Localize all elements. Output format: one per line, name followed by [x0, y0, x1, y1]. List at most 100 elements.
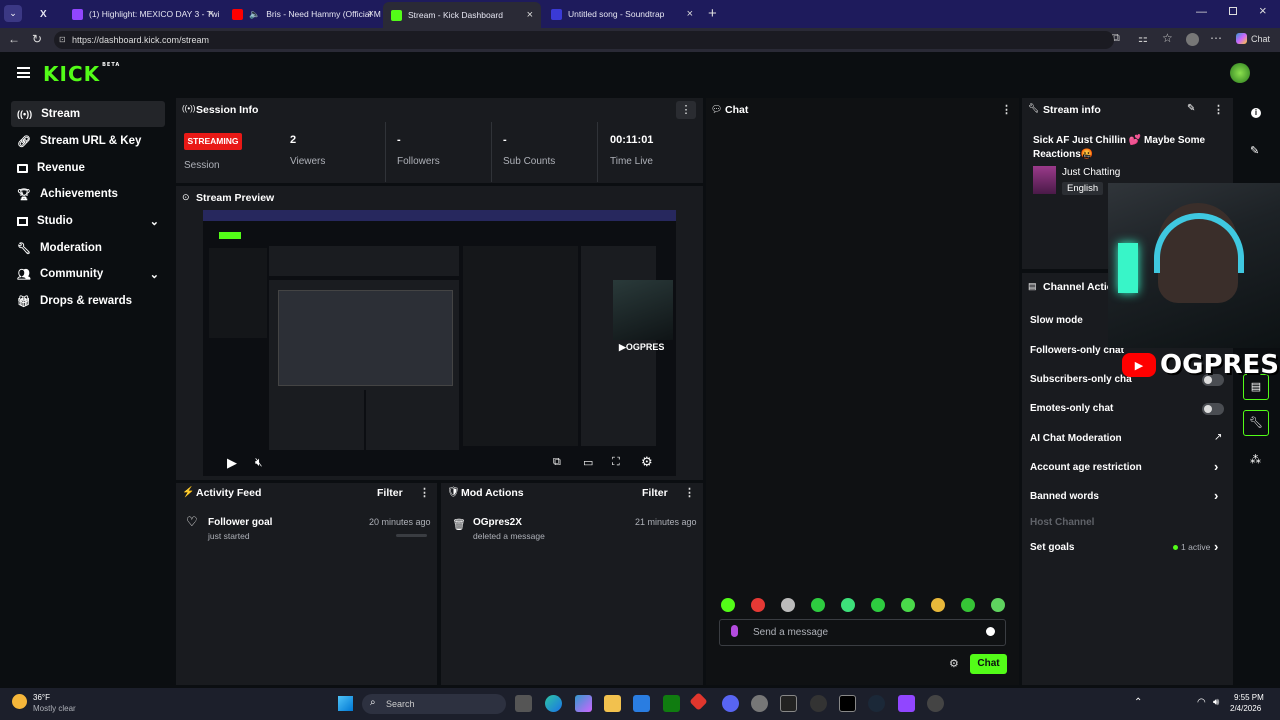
split-screen-icon[interactable]: ⚏ — [1138, 32, 1148, 45]
emote-icon[interactable] — [901, 598, 915, 612]
sidebar-item-stream-url-key[interactable]: 🔗︎ Stream URL & Key — [11, 128, 165, 154]
user-avatar[interactable] — [1230, 63, 1250, 83]
subscribers-only-row[interactable]: Subscribers-only cha — [1030, 374, 1132, 385]
favorites-icon[interactable]: ☆ — [1162, 31, 1173, 45]
mute-icon[interactable]: 🔇︎ — [255, 455, 263, 470]
emote-icon[interactable] — [991, 598, 1005, 612]
x-app-icon[interactable] — [839, 695, 856, 712]
session-menu-button[interactable]: ⋮ — [676, 101, 696, 119]
browser-tab-twitch[interactable]: (1) Highlight: MEXICO DAY 3 - Twi × — [64, 2, 222, 26]
emote-icon[interactable] — [811, 598, 825, 612]
banned-words-row[interactable]: Banned words — [1030, 491, 1099, 502]
settings-gear-icon[interactable]: ⚙ — [641, 454, 653, 470]
browser-tab-x[interactable]: X — [32, 2, 62, 26]
account-age-row[interactable]: Account age restriction — [1030, 462, 1142, 473]
twitch-app-icon[interactable] — [898, 695, 915, 712]
copilot-icon[interactable] — [575, 695, 592, 712]
emote-icon[interactable] — [751, 598, 765, 612]
obs-icon[interactable] — [810, 695, 827, 712]
copilot-chat-button[interactable]: Chat — [1236, 33, 1270, 44]
discord-icon[interactable] — [722, 695, 739, 712]
sidebar-item-moderation[interactable]: 🔧︎ Moderation — [11, 235, 165, 261]
rail-community-icon[interactable]: ⁂ — [1250, 453, 1261, 466]
slow-mode-row[interactable]: Slow mode — [1030, 315, 1083, 326]
close-icon[interactable]: × — [368, 8, 374, 20]
theater-icon[interactable]: ▭ — [583, 456, 593, 469]
close-window-button[interactable]: × — [1259, 3, 1267, 18]
emoji-icon[interactable] — [986, 627, 995, 636]
file-explorer-icon[interactable] — [604, 695, 621, 712]
sidebar-item-community[interactable]: 👥︎ Community ⌄ — [11, 261, 165, 287]
set-goals-row[interactable]: Set goals — [1030, 542, 1074, 553]
emote-icon[interactable] — [931, 598, 945, 612]
emote-icon[interactable] — [961, 598, 975, 612]
browser-tab-kick[interactable]: Stream - Kick Dashboard × — [383, 2, 541, 28]
chevron-right-icon[interactable]: › — [1214, 539, 1218, 554]
back-icon[interactable]: ← — [8, 32, 20, 46]
store-icon[interactable] — [633, 695, 650, 712]
emote-icon[interactable] — [871, 598, 885, 612]
browser-tab-soundtrap[interactable]: Untitled song - Soundtrap × — [543, 2, 701, 26]
settings-icon[interactable] — [751, 695, 768, 712]
close-icon[interactable]: × — [527, 9, 533, 21]
close-icon[interactable]: × — [208, 8, 214, 20]
taskbar-search[interactable] — [362, 694, 506, 714]
mod-menu-icon[interactable]: ⋮ — [684, 486, 695, 499]
kick-logo[interactable]: KICK BETA — [43, 62, 120, 86]
rail-wrench-icon[interactable]: 🔧︎ — [1243, 410, 1269, 436]
sidebar-item-stream[interactable]: ((•)) Stream — [11, 101, 165, 127]
media-icon[interactable] — [927, 695, 944, 712]
steam-icon[interactable] — [868, 695, 885, 712]
close-icon[interactable]: × — [687, 8, 693, 20]
emote-icon[interactable] — [841, 598, 855, 612]
epic-icon[interactable] — [780, 695, 797, 712]
volume-icon[interactable]: 🔊︎ — [1213, 697, 1219, 708]
edge-icon[interactable] — [545, 695, 562, 712]
wifi-icon[interactable]: ◠ — [1197, 697, 1206, 708]
tray-chevron-icon[interactable]: ⌃ — [1134, 697, 1142, 708]
fullscreen-icon[interactable]: ⛶ — [612, 456, 620, 469]
emotes-only-row[interactable]: Emotes-only chat — [1030, 403, 1113, 414]
mod-filter-button[interactable]: Filter — [642, 487, 668, 499]
new-tab-button[interactable]: + — [708, 5, 717, 22]
chevron-right-icon[interactable]: › — [1214, 459, 1218, 474]
play-icon[interactable]: ▶ — [227, 455, 237, 471]
sidebar-item-achievements[interactable]: 🏆︎ Achievements — [11, 181, 165, 207]
stream-info-menu-icon[interactable]: ⋮ — [1213, 103, 1224, 116]
address-bar[interactable]: ⊡ https://dashboard.kick.com/stream — [54, 31, 1114, 49]
mic-icon[interactable] — [731, 625, 738, 637]
reload-icon[interactable]: ↻ — [32, 32, 42, 46]
windows-start-icon[interactable] — [338, 696, 353, 711]
info-icon[interactable]: i — [1251, 108, 1261, 118]
emote-icon[interactable] — [721, 598, 735, 612]
external-link-icon[interactable]: ↗ — [1214, 432, 1222, 443]
chat-menu-icon[interactable]: ⋮ — [1001, 103, 1012, 116]
emote-icon[interactable] — [781, 598, 795, 612]
ai-moderation-row[interactable]: AI Chat Moderation — [1030, 433, 1122, 444]
sidebar-item-revenue[interactable]: Revenue — [11, 155, 165, 181]
clip-icon[interactable]: ⧉ — [553, 456, 561, 469]
activity-filter-button[interactable]: Filter — [377, 487, 403, 499]
emotes-only-toggle[interactable] — [1202, 403, 1224, 415]
maximize-button[interactable] — [1229, 7, 1237, 15]
sidebar-item-studio[interactable]: Studio ⌄ — [11, 208, 165, 234]
activity-item-title: Follower goal — [208, 517, 273, 528]
sidebar-item-drops-rewards[interactable]: 🎁︎ Drops & rewards — [11, 288, 165, 314]
chat-send-button[interactable]: Chat — [970, 654, 1007, 674]
chat-settings-icon[interactable]: ⚙ — [949, 657, 959, 670]
chevron-right-icon[interactable]: › — [1214, 488, 1218, 503]
task-view-icon[interactable] — [515, 695, 532, 712]
host-channel-row[interactable]: Host Channel — [1030, 517, 1094, 528]
edit-pencil-icon[interactable]: ✎ — [1187, 103, 1195, 114]
minimize-button[interactable]: — — [1196, 6, 1207, 18]
xbox-icon[interactable] — [663, 695, 680, 712]
tab-list-icon[interactable]: ⌄ — [4, 5, 22, 22]
activity-menu-icon[interactable]: ⋮ — [419, 486, 430, 499]
menu-icon[interactable] — [17, 67, 30, 78]
collections-icon[interactable] — [1186, 33, 1199, 46]
language-tag: English — [1062, 182, 1104, 195]
rail-edit-icon[interactable]: ✎ — [1250, 144, 1259, 157]
stream-video[interactable]: ▶ 🔇︎ ⧉ ▭ ⛶ ⚙ ▶OGPRES — [203, 210, 676, 476]
more-icon[interactable]: ⋯ — [1210, 31, 1222, 45]
browser-tab-youtube[interactable]: 🔈 Bris - Need Hammy (Official M × — [224, 2, 382, 26]
